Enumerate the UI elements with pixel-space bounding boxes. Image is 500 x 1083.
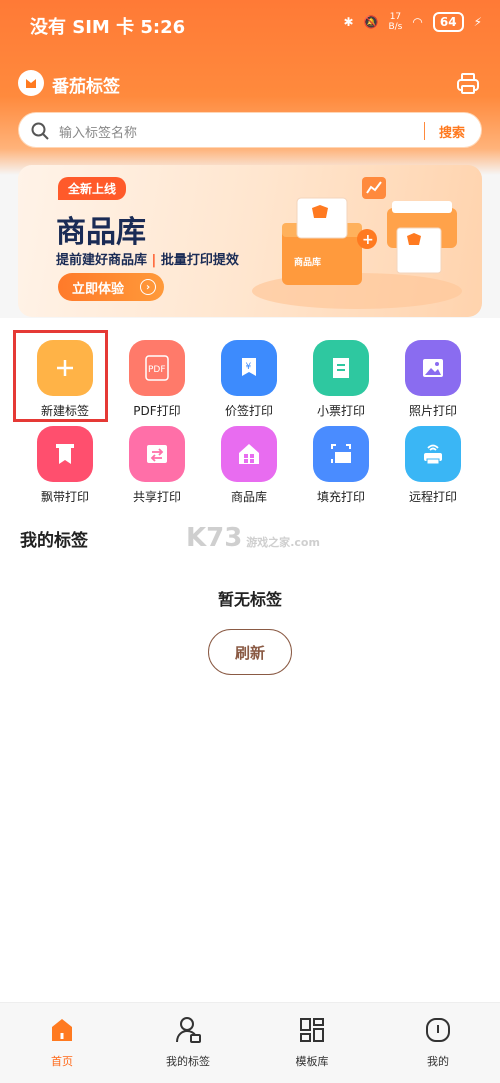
feature-item-5[interactable]: 照片打印 bbox=[393, 340, 473, 420]
app-bar: 番茄标签 bbox=[18, 68, 482, 102]
feature-label: PDF打印 bbox=[133, 404, 181, 418]
product-store-illustration: 商品库 + bbox=[252, 177, 462, 309]
network-speed: 17 B/s bbox=[388, 12, 403, 32]
feature-item-2[interactable]: PDF PDF打印 bbox=[117, 340, 197, 420]
charging-icon: ⚡ bbox=[473, 15, 482, 29]
feature-label: 远程打印 bbox=[408, 490, 457, 504]
status-carrier-time: 没有 SIM 卡 5:26 bbox=[30, 17, 186, 38]
feature-item-9[interactable]: 填充打印 bbox=[301, 426, 381, 506]
feature-label: 商品库 bbox=[230, 490, 267, 504]
profile-icon bbox=[426, 1018, 450, 1042]
feature-item-4[interactable]: 小票打印 bbox=[301, 340, 381, 420]
search-icon bbox=[31, 122, 49, 140]
store-icon bbox=[221, 426, 277, 482]
feature-label: 小票打印 bbox=[316, 404, 365, 418]
main-content: 新建标签 PDF PDF打印 ¥ 价签打印 小票打印 照片打印 飘带打印 共享打印 商品库 填充打印… bbox=[0, 318, 500, 1002]
photo-icon bbox=[405, 340, 461, 396]
home-icon bbox=[52, 1019, 72, 1041]
tab-template-library[interactable]: 模板库 bbox=[272, 1015, 352, 1069]
empty-state-text: 暂无标签 bbox=[217, 590, 282, 609]
feature-label: 价签打印 bbox=[224, 404, 273, 418]
printer-icon[interactable] bbox=[454, 70, 482, 98]
search-input[interactable]: 输入标签名称 bbox=[59, 122, 137, 141]
ribbon-icon bbox=[37, 426, 93, 482]
banner-subtitle: 提前建好商品库 | 批量打印提效 bbox=[56, 253, 239, 268]
feature-item-3[interactable]: ¥ 价签打印 bbox=[209, 340, 289, 420]
search-bar[interactable]: 输入标签名称 搜索 bbox=[18, 112, 482, 148]
svg-text:商品库: 商品库 bbox=[294, 256, 321, 268]
banner-tag: 全新上线 bbox=[58, 177, 127, 200]
search-divider bbox=[423, 122, 425, 140]
pdf-icon: PDF bbox=[129, 340, 185, 396]
tab-home[interactable]: 首页 bbox=[22, 1015, 102, 1069]
svg-text:¥: ¥ bbox=[246, 362, 252, 372]
share-icon bbox=[129, 426, 185, 482]
feature-item-7[interactable]: 共享打印 bbox=[117, 426, 197, 506]
feature-item-8[interactable]: 商品库 bbox=[209, 426, 289, 506]
feature-label: 共享打印 bbox=[132, 490, 181, 504]
banner-cta-button[interactable]: 立即体验 › bbox=[58, 273, 164, 301]
app-logo-icon bbox=[18, 70, 44, 96]
tab-my-labels[interactable]: 我的标签 bbox=[148, 1015, 228, 1069]
status-icons: ✱ 🔕 17 B/s ◠ 64 ⚡ bbox=[343, 12, 482, 32]
feature-item-6[interactable]: 飘带打印 bbox=[25, 426, 105, 506]
price-tag-icon: ¥ bbox=[221, 340, 277, 396]
svg-text:PDF: PDF bbox=[148, 365, 166, 375]
feature-label: 照片打印 bbox=[408, 404, 457, 418]
user-label-icon bbox=[176, 1017, 201, 1043]
app-title: 番茄标签 bbox=[52, 77, 120, 97]
fill-print-icon bbox=[313, 426, 369, 482]
arrow-right-icon: › bbox=[140, 279, 156, 295]
feature-label: 飘带打印 bbox=[40, 490, 89, 504]
receipt-icon bbox=[313, 340, 369, 396]
feature-item-10[interactable]: 远程打印 bbox=[393, 426, 473, 506]
svg-text:+: + bbox=[362, 232, 374, 248]
promo-banner[interactable]: 全新上线 商品库 提前建好商品库 | 批量打印提效 立即体验 › 商品库 + bbox=[18, 165, 482, 317]
mute-icon: 🔕 bbox=[363, 15, 379, 29]
banner-title: 商品库 bbox=[56, 215, 146, 250]
watermark: K73 游戏之家.com bbox=[186, 523, 320, 553]
status-bar: 没有 SIM 卡 5:26 ✱ 🔕 17 B/s ◠ 64 ⚡ bbox=[0, 0, 500, 50]
bluetooth-icon: ✱ bbox=[343, 15, 354, 29]
bottom-tab-bar: 首页 我的标签 模板库 我的 bbox=[0, 1002, 500, 1083]
feature-label: 填充打印 bbox=[316, 490, 365, 504]
tab-me[interactable]: 我的 bbox=[398, 1015, 478, 1069]
template-grid-icon bbox=[300, 1018, 324, 1042]
highlight-box bbox=[13, 330, 108, 422]
section-title-my-labels: 我的标签 bbox=[20, 531, 88, 551]
search-button[interactable]: 搜索 bbox=[439, 122, 465, 141]
wifi-icon: ◠ bbox=[412, 15, 423, 29]
battery-indicator: 64 bbox=[432, 12, 464, 32]
refresh-button[interactable]: 刷新 bbox=[208, 629, 292, 675]
remote-print-icon bbox=[405, 426, 461, 482]
